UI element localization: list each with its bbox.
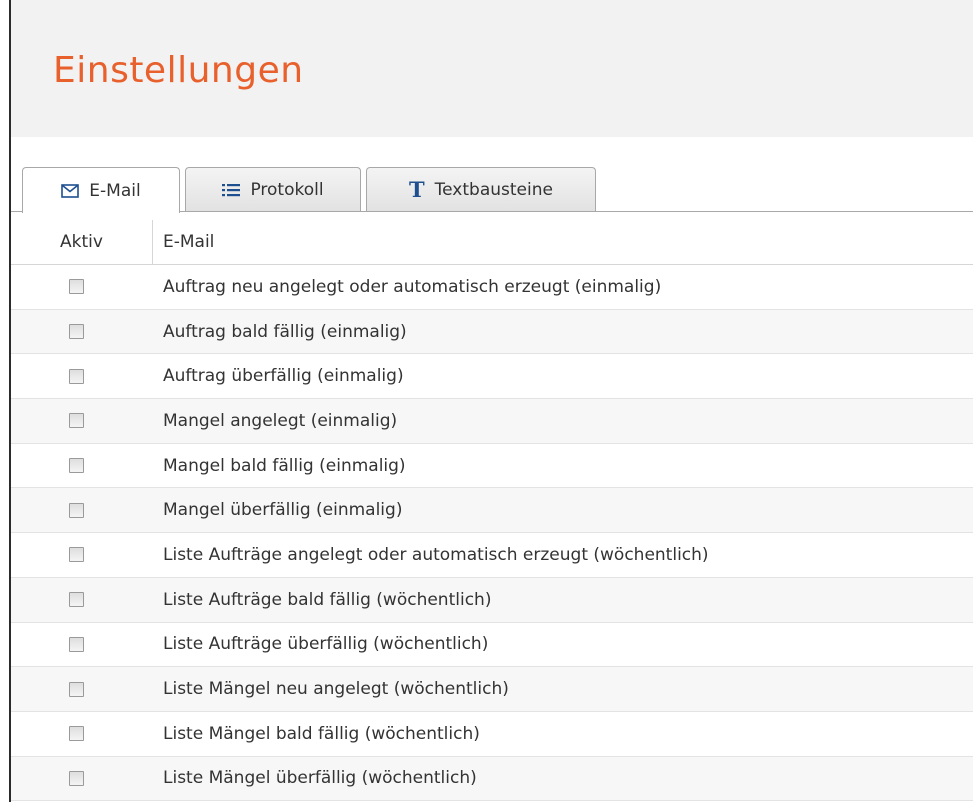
page-title: Einstellungen [53, 50, 304, 91]
aktiv-checkbox[interactable] [68, 502, 84, 518]
tab-email-label: E-Mail [89, 180, 141, 201]
aktiv-checkbox[interactable] [68, 636, 84, 652]
email-notification-label: Liste Aufträge überfällig (wöchentlich) [163, 634, 489, 655]
tab-textbausteine-label: Textbausteine [434, 179, 553, 200]
aktiv-cell [11, 368, 153, 384]
table-row[interactable]: Auftrag bald fällig (einmalig) [11, 309, 973, 355]
table-row[interactable]: Liste Mängel überfällig (wöchentlich) [11, 756, 973, 802]
table-row[interactable]: Mangel überfällig (einmalig) [11, 488, 973, 534]
page-header: Einstellungen [11, 0, 973, 137]
table-body: Auftrag neu angelegt oder automatisch er… [11, 265, 973, 802]
tab-email[interactable]: E-Mail [22, 167, 180, 213]
aktiv-cell [11, 324, 153, 340]
email-notification-label: Mangel überfällig (einmalig) [163, 500, 403, 521]
text-T-icon: T [409, 177, 425, 202]
aktiv-cell [11, 279, 153, 295]
aktiv-cell [11, 592, 153, 608]
email-notification-label: Liste Mängel überfällig (wöchentlich) [163, 768, 477, 789]
aktiv-checkbox[interactable] [68, 592, 84, 608]
column-header-aktiv[interactable]: Aktiv [11, 220, 153, 264]
email-notification-label: Auftrag bald fällig (einmalig) [163, 321, 407, 342]
table-row[interactable]: Mangel angelegt (einmalig) [11, 399, 973, 444]
aktiv-cell [11, 681, 153, 697]
tab-textbausteine[interactable]: T Textbausteine [366, 167, 596, 211]
aktiv-checkbox[interactable] [68, 681, 84, 697]
table-row[interactable]: Auftrag neu angelegt oder automatisch er… [11, 265, 973, 310]
aktiv-cell [11, 547, 153, 563]
tab-protokoll-label: Protokoll [250, 179, 324, 200]
column-header-email[interactable]: E-Mail [153, 232, 973, 252]
table-row[interactable]: Auftrag überfällig (einmalig) [11, 354, 973, 400]
aktiv-cell [11, 413, 153, 429]
aktiv-cell [11, 726, 153, 742]
table-row[interactable]: Mangel bald fällig (einmalig) [11, 444, 973, 489]
email-notification-label: Mangel angelegt (einmalig) [163, 410, 398, 431]
aktiv-cell [11, 770, 153, 786]
table-header-row: Aktiv E-Mail [11, 220, 973, 265]
aktiv-checkbox[interactable] [68, 547, 84, 563]
table-row[interactable]: Liste Mängel bald fällig (wöchentlich) [11, 712, 973, 757]
aktiv-cell [11, 458, 153, 474]
email-notification-label: Liste Mängel neu angelegt (wöchentlich) [163, 679, 509, 700]
aktiv-cell [11, 636, 153, 652]
email-notification-label: Auftrag neu angelegt oder automatisch er… [163, 276, 662, 297]
aktiv-cell [11, 502, 153, 518]
aktiv-checkbox[interactable] [68, 324, 84, 340]
table-row[interactable]: Liste Aufträge angelegt oder automatisch… [11, 533, 973, 578]
email-notification-label: Mangel bald fällig (einmalig) [163, 455, 406, 476]
aktiv-checkbox[interactable] [68, 279, 84, 295]
email-notification-label: Liste Aufträge angelegt oder automatisch… [163, 544, 709, 565]
email-settings-table: Aktiv E-Mail Auftrag neu angelegt oder a… [11, 220, 973, 802]
email-notification-label: Liste Aufträge bald fällig (wöchentlich) [163, 589, 492, 610]
tab-protokoll[interactable]: Protokoll [185, 167, 361, 211]
table-row[interactable]: Liste Aufträge überfällig (wöchentlich) [11, 623, 973, 668]
email-notification-label: Auftrag überfällig (einmalig) [163, 366, 404, 387]
envelope-icon [61, 183, 80, 198]
aktiv-checkbox[interactable] [68, 413, 84, 429]
email-notification-label: Liste Mängel bald fällig (wöchentlich) [163, 723, 480, 744]
aktiv-checkbox[interactable] [68, 726, 84, 742]
list-icon [222, 183, 241, 197]
aktiv-checkbox[interactable] [68, 770, 84, 786]
table-row[interactable]: Liste Mängel neu angelegt (wöchentlich) [11, 667, 973, 712]
aktiv-checkbox[interactable] [68, 458, 84, 474]
tab-strip: E-Mail Protokoll T Textbausteine [22, 167, 973, 213]
aktiv-checkbox[interactable] [68, 368, 84, 384]
table-row[interactable]: Liste Aufträge bald fällig (wöchentlich) [11, 577, 973, 623]
